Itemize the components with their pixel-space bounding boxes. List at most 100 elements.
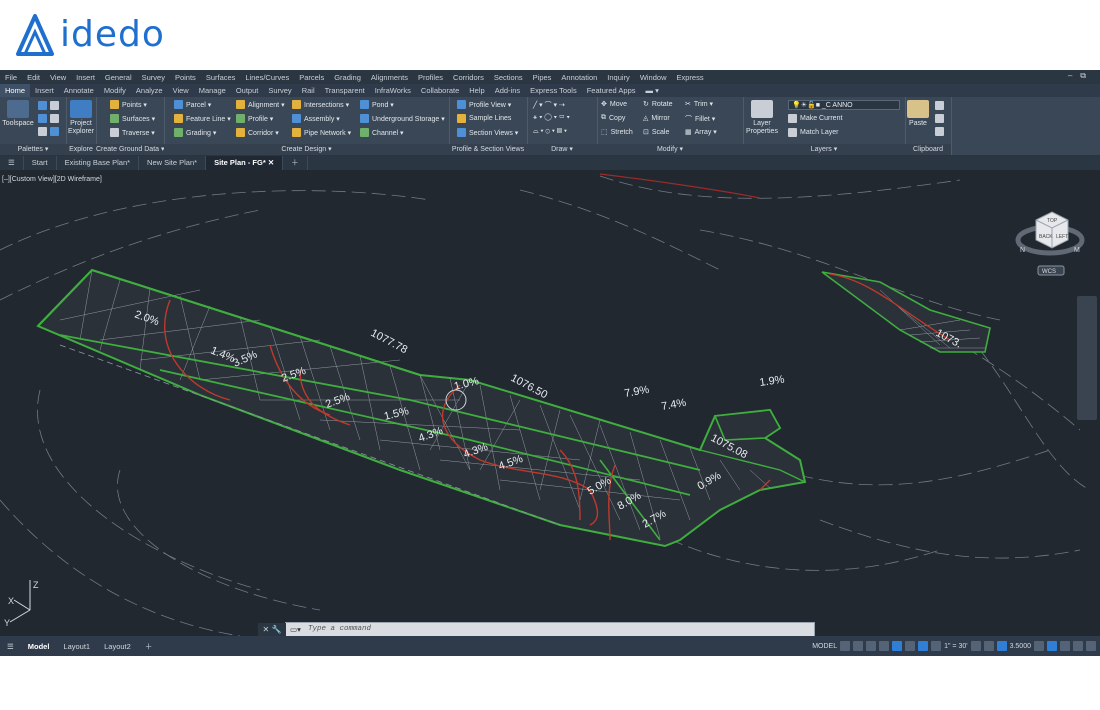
- cut-icon[interactable]: [935, 101, 944, 110]
- grid-icon[interactable]: [840, 641, 851, 651]
- close-tab-icon[interactable]: ✕: [268, 158, 274, 167]
- menu-lines-curves[interactable]: Lines/Curves: [240, 73, 294, 82]
- tab-annotate[interactable]: Annotate: [59, 84, 99, 97]
- polar-icon[interactable]: [879, 641, 890, 651]
- command-line[interactable]: ✕ 🔧 ▭▾ Type a command: [258, 622, 815, 637]
- annotation-scale[interactable]: 1" = 30': [944, 643, 967, 650]
- tab-collaborate[interactable]: Collaborate: [416, 84, 464, 97]
- viewcube-back[interactable]: BACK: [1039, 234, 1053, 240]
- prospector-icon[interactable]: [38, 101, 47, 110]
- menu-grading[interactable]: Grading: [329, 73, 366, 82]
- modify-title[interactable]: Modify ▾: [597, 144, 743, 155]
- create-design-title[interactable]: Create Design ▾: [164, 144, 449, 155]
- make-current-button[interactable]: Make Current: [788, 114, 842, 123]
- menu-inquiry[interactable]: Inquiry: [602, 73, 635, 82]
- tab-transparent[interactable]: Transparent: [320, 84, 370, 97]
- feature-line-button[interactable]: Feature Line ▾: [174, 114, 231, 123]
- corridor-button[interactable]: Corridor ▾: [236, 128, 279, 137]
- intersections-button[interactable]: Intersections ▾: [292, 100, 349, 109]
- tab-featured-apps[interactable]: Featured Apps: [582, 84, 641, 97]
- project-explorer-button[interactable]: Project Explorer: [66, 100, 96, 135]
- assembly-button[interactable]: Assembly ▾: [292, 114, 340, 123]
- menu-window[interactable]: Window: [635, 73, 672, 82]
- units-icon[interactable]: [996, 641, 1007, 651]
- isolate-icon[interactable]: [1034, 641, 1044, 651]
- alignment-button[interactable]: Alignment ▾: [236, 100, 285, 109]
- menu-annotation[interactable]: Annotation: [556, 73, 602, 82]
- viewcube[interactable]: TOP BACK LEFT N M WCS: [1014, 200, 1086, 280]
- plus-icon[interactable]: [983, 641, 994, 651]
- layers-palette-icon[interactable]: [50, 114, 59, 123]
- mirror-button[interactable]: ◬ Mirror: [643, 114, 670, 123]
- menu-general[interactable]: General: [100, 73, 137, 82]
- wcs-menu[interactable]: WCS: [1042, 269, 1056, 275]
- polyline-icon[interactable]: ⚹ ▾ ◯ ▾ ▭ ▾: [533, 114, 570, 122]
- tab-survey[interactable]: Survey: [263, 84, 296, 97]
- menu-insert[interactable]: Insert: [71, 73, 100, 82]
- properties-icon[interactable]: [38, 114, 47, 123]
- hatch-icon[interactable]: ⌓ ▾ ⊙ ▾ ▤ ▾: [533, 128, 567, 136]
- layout-tab-model[interactable]: Model: [21, 642, 57, 651]
- command-line-tools[interactable]: ✕ 🔧: [258, 623, 286, 636]
- viewcube-top[interactable]: TOP: [1047, 218, 1058, 224]
- autoscale-icon[interactable]: [931, 641, 942, 651]
- annotation-visibility-icon[interactable]: [918, 641, 929, 651]
- layout-menu-icon[interactable]: ☰: [0, 642, 21, 651]
- tab-output[interactable]: Output: [231, 84, 264, 97]
- menu-points[interactable]: Points: [170, 73, 201, 82]
- paste-special-icon[interactable]: [935, 127, 944, 136]
- pond-button[interactable]: Pond ▾: [360, 100, 394, 109]
- menu-file[interactable]: File: [0, 73, 22, 82]
- ortho-icon[interactable]: [866, 641, 877, 651]
- paste-button[interactable]: Paste: [905, 100, 931, 134]
- array-button[interactable]: ▦ Array ▾: [685, 128, 717, 136]
- tab-express-tools[interactable]: Express Tools: [525, 84, 582, 97]
- menu-parcels[interactable]: Parcels: [294, 73, 329, 82]
- tab-insert[interactable]: Insert: [30, 84, 59, 97]
- menu-express[interactable]: Express: [672, 73, 709, 82]
- parcel-button[interactable]: Parcel ▾: [174, 100, 211, 109]
- layer-properties-button[interactable]: Layer Properties: [745, 100, 779, 135]
- layout-tab-layout2[interactable]: Layout2: [97, 642, 138, 651]
- points-button[interactable]: Points ▾: [110, 100, 147, 109]
- line-icon[interactable]: ╱ ▾ ⌒ ▾ ⇢: [533, 100, 565, 110]
- window-controls[interactable]: –⧉: [1068, 71, 1094, 81]
- tab-infraworks[interactable]: InfraWorks: [370, 84, 416, 97]
- menu-pipes[interactable]: Pipes: [528, 73, 557, 82]
- menu-corridors[interactable]: Corridors: [448, 73, 489, 82]
- workspace-gear-icon[interactable]: [970, 641, 981, 651]
- doc-tab-start[interactable]: Start: [24, 156, 57, 170]
- ribbon-minimize-icon[interactable]: ▬ ▾: [641, 84, 664, 97]
- channel-button[interactable]: Channel ▾: [360, 128, 404, 137]
- draw-title[interactable]: Draw ▾: [527, 144, 597, 155]
- toolspace-button[interactable]: Toolspace: [2, 100, 34, 134]
- trim-button[interactable]: ✂ Trim ▾: [685, 100, 713, 108]
- clean-screen-icon[interactable]: [1060, 641, 1070, 651]
- survey-icon[interactable]: [50, 127, 59, 136]
- move-button[interactable]: ✥ Move: [601, 100, 627, 109]
- isodraft-icon[interactable]: [892, 641, 903, 651]
- fillet-button[interactable]: ⌒ Fillet ▾: [685, 114, 715, 124]
- sample-lines-button[interactable]: Sample Lines: [457, 114, 511, 123]
- tab-view[interactable]: View: [168, 84, 194, 97]
- command-history-icon[interactable]: ▭▾: [290, 623, 301, 636]
- copy-button[interactable]: ⧉ Copy: [601, 114, 625, 122]
- doc-tab-existing-base-plan[interactable]: Existing Base Plan*: [57, 156, 140, 170]
- surfaces-button[interactable]: Surfaces ▾: [110, 114, 155, 123]
- match-layer-button[interactable]: Match Layer: [788, 128, 839, 137]
- layers-title[interactable]: Layers ▾: [743, 144, 905, 155]
- wrench-icon[interactable]: 🔧: [271, 625, 281, 634]
- drawing-viewport[interactable]: 2.0% 1.4% 3.5% 2.5% 2.5% 1.5% 4.3% 4.3% …: [0, 170, 1100, 637]
- menu-survey[interactable]: Survey: [137, 73, 170, 82]
- doc-tab-site-plan-fg[interactable]: Site Plan - FG* ✕: [206, 156, 284, 170]
- viewport-controls-label[interactable]: [–][Custom View][2D Wireframe]: [2, 176, 102, 183]
- customize-icon[interactable]: [1073, 641, 1083, 651]
- tab-help[interactable]: Help: [464, 84, 489, 97]
- toolbox-icon[interactable]: [38, 127, 47, 136]
- menu-view[interactable]: View: [45, 73, 71, 82]
- profile-button[interactable]: Profile ▾: [236, 114, 273, 123]
- menu-profiles[interactable]: Profiles: [413, 73, 448, 82]
- tab-manage[interactable]: Manage: [194, 84, 231, 97]
- tab-home[interactable]: Home: [0, 84, 31, 97]
- pipe-network-button[interactable]: Pipe Network ▾: [292, 128, 351, 137]
